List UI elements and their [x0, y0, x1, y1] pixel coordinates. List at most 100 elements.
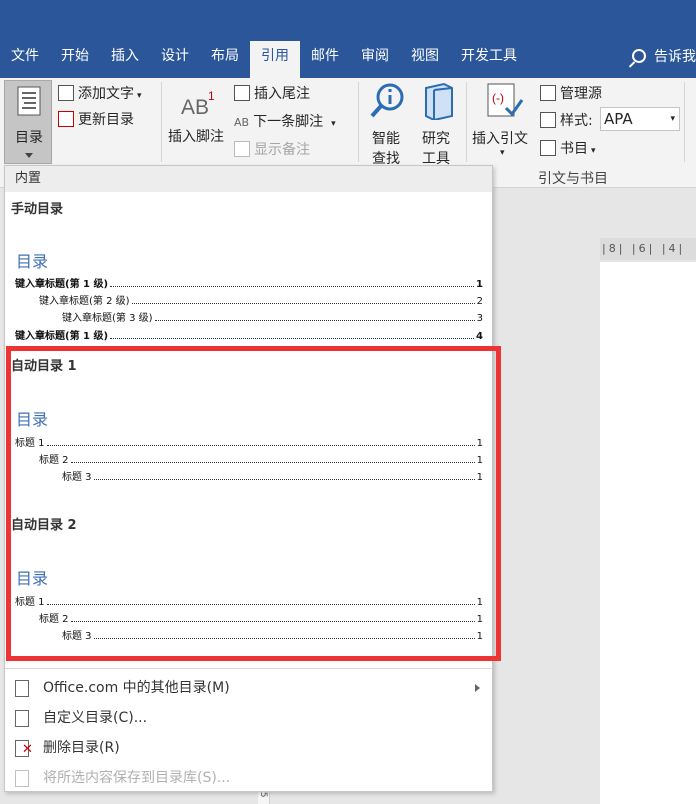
toc-line: 键入章标题(第 1 级) 1: [15, 275, 483, 290]
research-tools-button[interactable]: 研究 工具: [418, 82, 464, 167]
tab-mailings[interactable]: 邮件: [300, 41, 350, 78]
show-notes-icon: [234, 141, 250, 157]
insert-footnote-label: 插入脚注: [168, 129, 224, 145]
search-icon: [632, 49, 646, 63]
toc-line: 键入章标题(第 1 级) 4: [15, 327, 483, 342]
custom-toc-label: 自定义目录(C)...: [43, 710, 148, 726]
smart-lookup-button[interactable]: 智能 查找: [366, 82, 412, 167]
toc-line-text: 键入章标题(第 1 级): [15, 279, 109, 290]
style-label-wrap: 样式:: [540, 110, 593, 130]
update-toc-button[interactable]: 更新目录: [58, 109, 134, 129]
menu-divider: [5, 668, 492, 669]
chevron-down-icon: ▾: [591, 146, 596, 156]
toc-line: 键入章标题(第 3 级) 3: [62, 309, 483, 324]
tab-review[interactable]: 审阅: [350, 41, 400, 78]
chevron-right-icon: [475, 684, 480, 692]
tab-references[interactable]: 引用: [250, 41, 300, 78]
more-tocs-office-item[interactable]: Office.com 中的其他目录(M): [5, 673, 492, 703]
manage-sources-button[interactable]: 管理源: [540, 83, 602, 103]
remove-toc-item[interactable]: ✕ 删除目录(R): [5, 733, 492, 763]
highlight-box: [6, 346, 501, 661]
more-tocs-label: Office.com 中的其他目录(M): [43, 680, 230, 696]
insert-citation-label: 插入引文: [472, 131, 528, 147]
insert-endnote-label: 插入尾注: [254, 86, 310, 102]
tell-me-search[interactable]: 告诉我: [632, 46, 696, 66]
add-text-label: 添加文字: [78, 86, 134, 102]
toc-line-text: 键入章标题(第 2 级): [39, 296, 130, 307]
next-footnote-icon: AB: [234, 116, 250, 129]
office-toc-icon: [15, 680, 29, 697]
toc-dropdown: 内置 手动目录 目录 键入章标题(第 1 级) 1 键入章标题(第 2 级) 2 键…: [4, 165, 501, 793]
toc-line-page: 1: [476, 279, 483, 290]
insert-citation-button[interactable]: (-) 插入引文 ▾: [472, 82, 536, 166]
show-notes-label: 显示备注: [254, 142, 310, 158]
insert-endnote-button[interactable]: 插入尾注: [234, 83, 310, 103]
chevron-down-icon: ▾: [331, 119, 336, 129]
manage-sources-icon: [540, 85, 556, 101]
tab-developer[interactable]: 开发工具: [450, 41, 528, 78]
next-footnote-button[interactable]: AB 下一条脚注 ▾: [234, 111, 336, 131]
style-label: 样式:: [560, 113, 593, 129]
smart-lookup-icon: [370, 83, 404, 118]
svg-text:1: 1: [208, 90, 215, 103]
citation-style-select[interactable]: APA ▾: [600, 107, 680, 131]
toc-button-label: 目录: [15, 130, 43, 146]
ribbon-tabs: 文件 开始 插入 设计 布局 引用 邮件 审阅 视图 开发工具: [0, 41, 528, 78]
research-label-1: 研究: [422, 131, 450, 147]
show-notes-button[interactable]: 显示备注: [234, 139, 310, 159]
leader-dots: [154, 313, 475, 321]
chevron-down-icon: ▾: [670, 114, 675, 124]
toc-line-page: 3: [476, 313, 483, 324]
style-icon: [540, 112, 556, 128]
manual-toc-title: 手动目录: [11, 202, 64, 217]
horizontal-ruler: |8| |6| |4|: [600, 238, 696, 260]
custom-toc-item[interactable]: 自定义目录(C)...: [5, 703, 492, 733]
group-divider: [161, 82, 162, 162]
toc-button[interactable]: 目录: [4, 80, 52, 164]
svg-text:AB: AB: [181, 96, 209, 118]
toc-line-text: 键入章标题(第 1 级): [15, 331, 109, 342]
tab-file[interactable]: 文件: [0, 41, 50, 78]
remove-toc-label: 删除目录(R): [43, 740, 120, 756]
tab-design[interactable]: 设计: [150, 41, 200, 78]
tab-home[interactable]: 开始: [50, 41, 100, 78]
manual-toc-option[interactable]: 手动目录 目录 键入章标题(第 1 级) 1 键入章标题(第 2 级) 2 键入章标…: [5, 192, 492, 344]
endnote-icon: [234, 85, 250, 101]
research-icon: [425, 82, 453, 120]
builtin-section-header: 内置: [5, 166, 492, 192]
document-page[interactable]: [600, 262, 696, 804]
citation-style-value: APA: [604, 110, 633, 128]
bibliography-button[interactable]: 书目 ▾: [540, 138, 596, 158]
tab-insert[interactable]: 插入: [100, 41, 150, 78]
tab-layout[interactable]: 布局: [200, 41, 250, 78]
save-to-gallery-label: 将所选内容保存到目录库(S)...: [43, 770, 231, 786]
citation-icon: (-): [487, 83, 524, 117]
chevron-down-icon: ▾: [500, 148, 505, 158]
toc-icon: [17, 86, 41, 116]
group-divider: [466, 82, 467, 162]
toc-line-page: 4: [476, 331, 483, 342]
leader-dots: [110, 279, 475, 287]
toc-line-page: 2: [476, 296, 483, 307]
toc-line-text: 键入章标题(第 3 级): [62, 313, 153, 324]
update-toc-label: 更新目录: [78, 112, 134, 128]
footnote-icon: AB 1: [181, 90, 215, 118]
bibliography-icon: [540, 140, 556, 156]
title-bar: 文件 开始 插入 设计 布局 引用 邮件 审阅 视图 开发工具 告诉我: [0, 0, 696, 78]
chevron-down-icon: [25, 153, 33, 158]
group-divider: [684, 82, 685, 162]
leader-dots: [110, 331, 475, 339]
save-to-gallery-icon: [15, 770, 29, 787]
add-text-button[interactable]: 添加文字 ▾: [58, 83, 142, 103]
tell-me-label: 告诉我: [654, 49, 696, 65]
smart-lookup-label-1: 智能: [372, 131, 400, 147]
manual-toc-heading: 目录: [16, 252, 49, 271]
group-divider: [358, 82, 359, 162]
update-toc-icon: [58, 111, 74, 127]
insert-footnote-button[interactable]: AB 1 插入脚注: [168, 80, 228, 148]
chevron-down-icon: ▾: [137, 91, 142, 101]
leader-dots: [131, 296, 475, 304]
save-to-gallery-item[interactable]: 将所选内容保存到目录库(S)...: [5, 763, 492, 793]
tab-view[interactable]: 视图: [400, 41, 450, 78]
custom-toc-icon: [15, 710, 29, 727]
